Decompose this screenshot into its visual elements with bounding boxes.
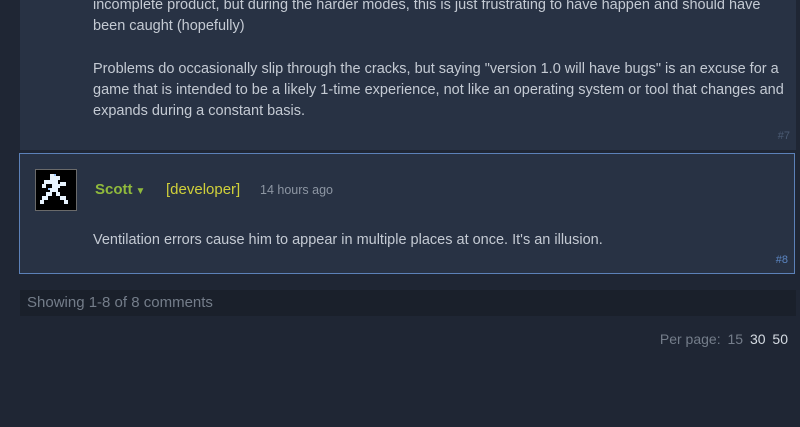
comment-8-developer: Scott ▼ [developer] 14 hours ago Ventilat… <box>19 153 795 274</box>
per-page-option-15[interactable]: 15 <box>727 331 743 347</box>
comment-7: incomplete product, but during the harde… <box>20 0 796 150</box>
author-name[interactable]: Scott ▼ <box>95 181 145 198</box>
pixel-runner-icon <box>36 170 76 210</box>
developer-badge: [developer] <box>166 181 241 198</box>
comment-count-text: Showing 1-8 of 8 comments <box>27 294 213 311</box>
avatar[interactable] <box>35 169 77 211</box>
comment-number[interactable]: #7 <box>778 130 790 142</box>
author-label: Scott <box>95 181 133 198</box>
comment-body: Ventilation errors cause him to appear i… <box>93 232 603 248</box>
chevron-down-icon[interactable]: ▼ <box>136 186 146 197</box>
comment-paragraph: incomplete product, but during the harde… <box>93 0 761 34</box>
per-page-label: Per page: <box>659 331 721 347</box>
comment-body: incomplete product, but during the harde… <box>93 0 793 144</box>
per-page-selector: Per page: 15 30 50 <box>660 331 788 347</box>
per-page-option-50[interactable]: 50 <box>772 331 788 347</box>
timestamp: 14 hours ago <box>260 183 333 197</box>
comment-paragraph: Problems do occasionally slip through th… <box>93 61 784 119</box>
comment-count-bar: Showing 1-8 of 8 comments <box>20 290 796 316</box>
comment-number[interactable]: #8 <box>776 254 788 266</box>
per-page-option-30[interactable]: 30 <box>750 331 766 347</box>
